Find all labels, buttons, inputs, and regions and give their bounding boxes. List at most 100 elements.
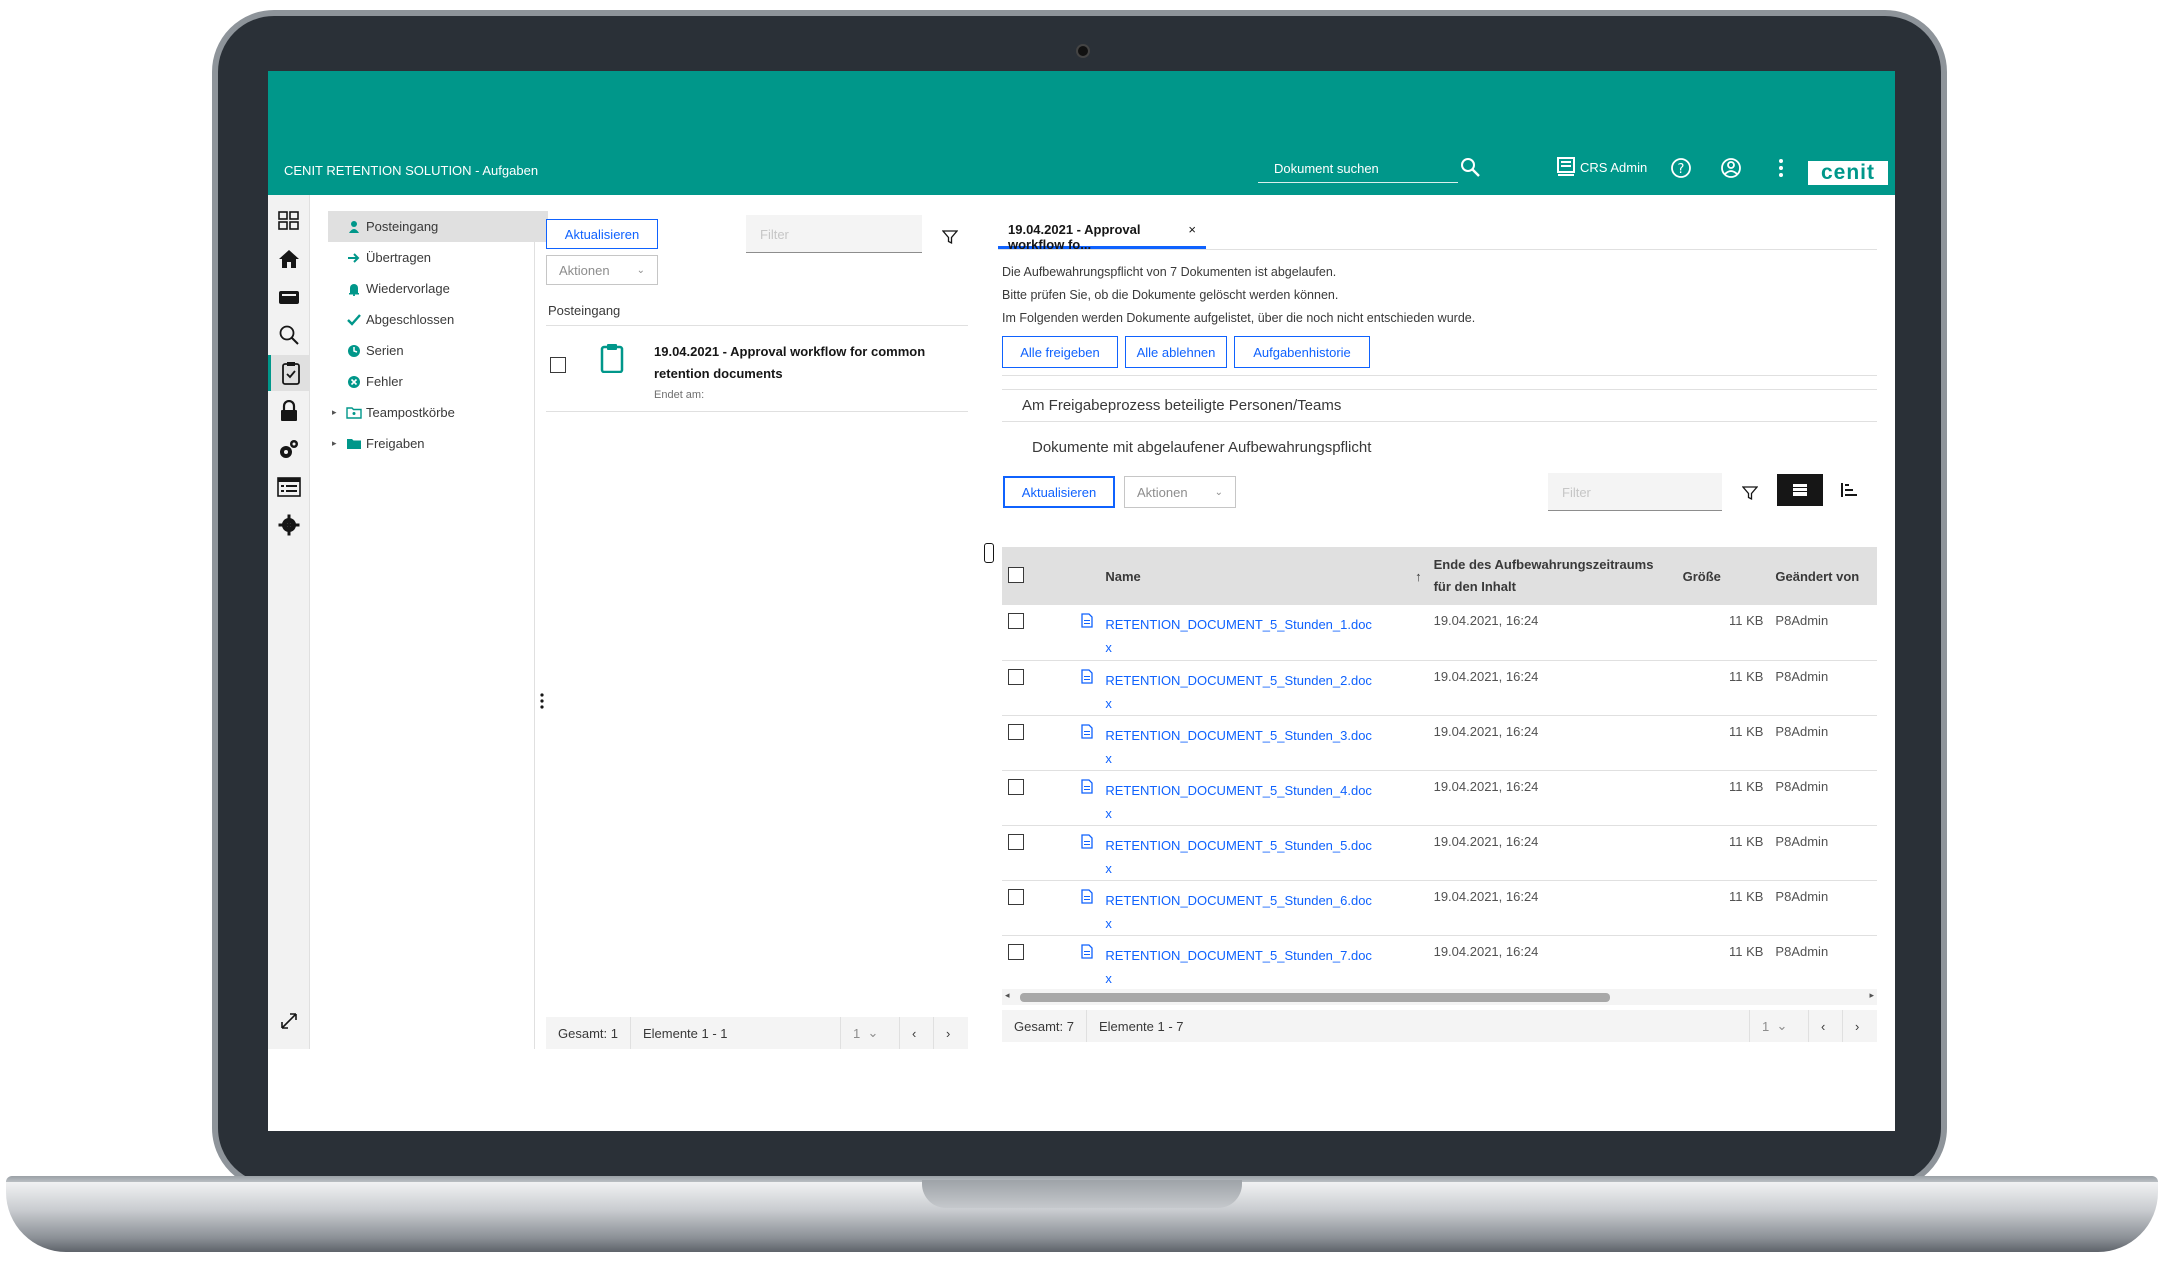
account-icon[interactable] bbox=[1718, 155, 1744, 181]
document-search-input[interactable]: Dokument suchen bbox=[1258, 151, 1458, 183]
next-page-icon[interactable]: › bbox=[934, 1017, 968, 1049]
filter-icon[interactable] bbox=[941, 229, 959, 250]
row-name-cell: RETENTION_DOCUMENT_5_Stunden_1.docx bbox=[1099, 605, 1428, 661]
table-row[interactable]: RETENTION_DOCUMENT_5_Stunden_7.docx 19.0… bbox=[1002, 935, 1877, 991]
task-checkbox[interactable] bbox=[550, 357, 566, 373]
icon-rail bbox=[268, 195, 310, 1049]
nav-item-posteingang[interactable]: Posteingang bbox=[328, 211, 548, 242]
page-number: 1 bbox=[1762, 1018, 1770, 1034]
document-link[interactable]: RETENTION_DOCUMENT_5_Stunden_5.docx bbox=[1105, 834, 1377, 880]
chevron-down-icon: ⌄ bbox=[1214, 486, 1223, 498]
tab-task-detail[interactable]: 19.04.2021 - Approval workflow fo... × bbox=[998, 211, 1206, 252]
page-select[interactable]: 1 ⌄ bbox=[1749, 1010, 1809, 1042]
tasks-clipboard-icon[interactable] bbox=[268, 355, 310, 391]
document-link[interactable]: RETENTION_DOCUMENT_5_Stunden_6.docx bbox=[1105, 889, 1377, 935]
chevron-right-icon[interactable]: ▸ bbox=[332, 438, 346, 449]
refresh-button[interactable]: Aktualisieren bbox=[546, 219, 658, 249]
sort-ascending-icon[interactable]: ↑ bbox=[1415, 569, 1422, 584]
table-row[interactable]: RETENTION_DOCUMENT_5_Stunden_4.docx 19.0… bbox=[1002, 770, 1877, 826]
camera-icon bbox=[1076, 44, 1090, 58]
nav-item-serien[interactable]: Serien bbox=[328, 335, 548, 366]
form-list-icon[interactable] bbox=[268, 469, 310, 505]
column-header-name[interactable]: Name ↑ bbox=[1099, 547, 1428, 605]
document-icon bbox=[1081, 943, 1093, 959]
arrow-right-icon bbox=[346, 250, 362, 266]
row-select-cell bbox=[1002, 770, 1055, 826]
splitter-handle-icon[interactable] bbox=[984, 543, 994, 563]
next-page-icon[interactable]: › bbox=[1843, 1010, 1877, 1042]
chevron-right-icon[interactable]: ▸ bbox=[332, 407, 346, 418]
documents-refresh-button[interactable]: Aktualisieren bbox=[1003, 476, 1115, 508]
document-link[interactable]: RETENTION_DOCUMENT_5_Stunden_3.docx bbox=[1105, 724, 1377, 770]
nav-item-wiedervorlage[interactable]: Wiedervorlage bbox=[328, 273, 548, 304]
nav-item-teampostkoerbe[interactable]: ▸ Teampostkörbe bbox=[328, 397, 548, 428]
table-row[interactable]: RETENTION_DOCUMENT_5_Stunden_2.docx 19.0… bbox=[1002, 660, 1877, 716]
horizontal-scrollbar[interactable]: ◂ ▸ bbox=[1002, 989, 1877, 1005]
nav-item-uebertragen[interactable]: Übertragen bbox=[328, 242, 548, 273]
tab-close-icon[interactable]: × bbox=[1188, 222, 1196, 246]
scrollbar-thumb[interactable] bbox=[1020, 993, 1610, 1002]
filter-input[interactable]: Filter bbox=[746, 215, 922, 253]
lock-icon[interactable] bbox=[268, 393, 310, 429]
documents-actions-dropdown[interactable]: Aktionen ⌄ bbox=[1124, 476, 1236, 508]
panel-resize-handle[interactable] bbox=[538, 689, 546, 713]
user-menu-button[interactable]: CRS Admin bbox=[1556, 153, 1647, 181]
scroll-left-icon[interactable]: ◂ bbox=[1005, 990, 1010, 1001]
overflow-menu-icon[interactable] bbox=[1768, 155, 1794, 181]
nav-item-freigaben[interactable]: ▸ Freigaben bbox=[328, 428, 548, 459]
app-header: CENIT RETENTION SOLUTION - Aufgaben Doku… bbox=[268, 71, 1895, 195]
documents-section-header[interactable]: Dokumente mit abgelaufener Aufbewahrungs… bbox=[1032, 439, 1371, 456]
table-row[interactable]: RETENTION_DOCUMENT_5_Stunden_1.docx 19.0… bbox=[1002, 605, 1877, 661]
document-link[interactable]: RETENTION_DOCUMENT_5_Stunden_7.docx bbox=[1105, 944, 1377, 990]
dashboard-grid-icon[interactable] bbox=[268, 203, 310, 239]
drawer-icon[interactable] bbox=[268, 279, 310, 315]
prev-page-icon[interactable]: ‹ bbox=[1809, 1010, 1843, 1042]
row-checkbox[interactable] bbox=[1008, 668, 1024, 685]
nav-item-abgeschlossen[interactable]: Abgeschlossen bbox=[328, 304, 548, 335]
expand-icon[interactable] bbox=[268, 1003, 310, 1039]
table-row[interactable]: RETENTION_DOCUMENT_5_Stunden_5.docx 19.0… bbox=[1002, 825, 1877, 881]
user-name: CRS Admin bbox=[1580, 159, 1648, 175]
column-header-size[interactable]: Größe bbox=[1676, 547, 1770, 605]
prev-page-icon[interactable]: ‹ bbox=[900, 1017, 934, 1049]
row-checkbox[interactable] bbox=[1008, 943, 1024, 960]
reject-all-button[interactable]: Alle ablehnen bbox=[1125, 336, 1227, 368]
search-icon[interactable] bbox=[268, 317, 310, 353]
task-list-item[interactable]: 19.04.2021 - Approval workflow for commo… bbox=[546, 329, 968, 407]
detail-view-toggle[interactable] bbox=[1826, 474, 1872, 506]
task-history-button[interactable]: Aufgabenhistorie bbox=[1234, 336, 1370, 368]
row-end-date: 19.04.2021, 16:24 bbox=[1427, 880, 1677, 936]
select-all-checkbox[interactable] bbox=[1008, 566, 1024, 583]
row-icon-cell bbox=[1054, 605, 1100, 661]
approve-all-button[interactable]: Alle freigeben bbox=[1002, 336, 1118, 368]
search-icon[interactable] bbox=[1458, 155, 1484, 181]
row-checkbox[interactable] bbox=[1008, 613, 1024, 629]
row-checkbox[interactable] bbox=[1008, 833, 1024, 850]
page-select[interactable]: 1 ⌄ bbox=[840, 1017, 900, 1049]
nav-item-fehler[interactable]: Fehler bbox=[328, 366, 548, 397]
table-row[interactable]: RETENTION_DOCUMENT_5_Stunden_3.docx 19.0… bbox=[1002, 715, 1877, 771]
documents-filter-input[interactable]: Filter bbox=[1548, 473, 1722, 511]
document-link[interactable]: RETENTION_DOCUMENT_5_Stunden_4.docx bbox=[1105, 779, 1377, 825]
column-header-modified-by[interactable]: Geändert von bbox=[1769, 547, 1877, 605]
row-checkbox[interactable] bbox=[1008, 888, 1024, 905]
row-size: 11 KB bbox=[1676, 660, 1770, 716]
row-checkbox[interactable] bbox=[1008, 723, 1024, 740]
row-icon-cell bbox=[1054, 660, 1100, 716]
actions-dropdown[interactable]: Aktionen ⌄ bbox=[546, 255, 658, 285]
column-header-end[interactable]: Ende des Aufbewahrungszeitraums für den … bbox=[1427, 547, 1677, 605]
gears-icon[interactable] bbox=[268, 431, 310, 467]
document-link[interactable]: RETENTION_DOCUMENT_5_Stunden_2.docx bbox=[1105, 669, 1377, 715]
settings-icon[interactable] bbox=[268, 507, 310, 543]
row-end-date: 19.04.2021, 16:24 bbox=[1427, 715, 1677, 771]
table-row[interactable]: RETENTION_DOCUMENT_5_Stunden_6.docx 19.0… bbox=[1002, 880, 1877, 936]
documents-filter-icon[interactable] bbox=[1741, 485, 1759, 506]
home-icon[interactable] bbox=[268, 241, 310, 277]
row-checkbox[interactable] bbox=[1008, 778, 1024, 795]
help-icon[interactable]: ? bbox=[1668, 155, 1694, 181]
scroll-right-icon[interactable]: ▸ bbox=[1869, 990, 1874, 1001]
document-link[interactable]: RETENTION_DOCUMENT_5_Stunden_1.docx bbox=[1105, 613, 1377, 659]
participants-section-header[interactable]: Am Freigabeprozess beteiligte Personen/T… bbox=[1022, 397, 1341, 414]
row-name-cell: RETENTION_DOCUMENT_5_Stunden_6.docx bbox=[1099, 880, 1428, 936]
table-view-toggle[interactable] bbox=[1777, 474, 1823, 506]
